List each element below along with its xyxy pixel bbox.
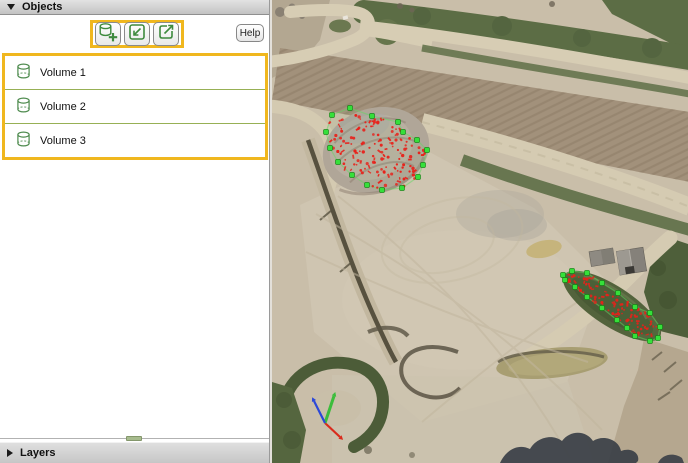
polygon-vertex-handle[interactable] — [570, 269, 575, 274]
polygon-vertex-handle[interactable] — [656, 336, 661, 341]
volume-label: Volume 1 — [40, 67, 86, 79]
polygon-vertex-handle[interactable] — [416, 175, 421, 180]
polygon-vertex-handle[interactable] — [421, 163, 426, 168]
polygon-vertex-handle[interactable] — [415, 138, 420, 143]
layers-panel-title: Layers — [20, 447, 55, 459]
polygon-vertex-handle[interactable] — [633, 334, 638, 339]
cylinder-icon — [16, 63, 31, 83]
volume-list-item-1[interactable]: Volume 1 — [5, 56, 265, 90]
polygon-vertex-handle[interactable] — [336, 160, 341, 165]
map-viewport[interactable] — [272, 0, 688, 463]
polygon-vertex-handle[interactable] — [658, 325, 663, 330]
collapse-triangle-icon — [7, 4, 15, 10]
shed-2-door — [625, 266, 635, 274]
polygon-vertex-handle[interactable] — [425, 148, 430, 153]
export-volume-button[interactable] — [153, 22, 179, 46]
polygon-vertex-handle[interactable] — [561, 273, 566, 278]
polygon-vertex-handle[interactable] — [648, 311, 653, 316]
app: { "colors": { "highlight": "#F0B71E", "i… — [0, 0, 688, 463]
objects-panel-header[interactable]: Objects — [0, 0, 269, 15]
volume-list-item-2[interactable]: Volume 2 — [5, 90, 265, 124]
layers-panel-header[interactable]: Layers — [0, 442, 269, 463]
polygon-vertex-handle[interactable] — [330, 113, 335, 118]
polygon-vertex-handle[interactable] — [625, 326, 630, 331]
polygon-vertex-handle[interactable] — [616, 291, 621, 296]
polygon-vertex-handle[interactable] — [365, 183, 370, 188]
cylinder-icon — [16, 131, 31, 151]
expand-triangle-icon — [7, 449, 13, 457]
polygon-vertex-handle[interactable] — [600, 281, 605, 286]
terrain-bush — [276, 392, 292, 408]
terrain-dark-spot — [364, 446, 372, 454]
cylinder-icon — [16, 97, 31, 117]
polygon-vertex-handle[interactable] — [600, 306, 605, 311]
arrow-into-square-icon — [126, 21, 148, 48]
polygon-vertex-handle[interactable] — [573, 285, 578, 290]
objects-panel: Objects — [0, 0, 270, 463]
volume-label: Volume 2 — [40, 101, 86, 113]
import-volume-button[interactable] — [124, 22, 150, 46]
polygon-vertex-handle[interactable] — [585, 271, 590, 276]
polygon-vertex-handle[interactable] — [350, 173, 355, 178]
help-button[interactable]: Help — [236, 24, 264, 42]
panel-splitter-handle[interactable] — [126, 436, 142, 441]
polygon-vertex-handle[interactable] — [380, 188, 385, 193]
volume-label: Volume 3 — [40, 135, 86, 147]
polygon-vertex-handle[interactable] — [324, 130, 329, 135]
terrain-bush — [283, 431, 301, 449]
polygon-vertex-handle[interactable] — [328, 146, 333, 151]
polygon-vertex-handle[interactable] — [396, 120, 401, 125]
highlight-box-toolbar — [90, 20, 184, 48]
arrow-out-of-square-icon — [155, 21, 177, 48]
shed-1-roof-side — [601, 248, 615, 265]
cylinder-plus-icon — [97, 21, 119, 48]
polygon-vertex-handle[interactable] — [348, 106, 353, 111]
polygon-vertex-handle[interactable] — [563, 278, 568, 283]
polygon-vertex-handle[interactable] — [615, 318, 620, 323]
volume-list-item-3[interactable]: Volume 3 — [5, 124, 265, 157]
polygon-vertex-handle[interactable] — [648, 339, 653, 344]
polygon-vertex-handle[interactable] — [585, 295, 590, 300]
add-volume-button[interactable] — [95, 22, 121, 46]
polygon-vertex-handle[interactable] — [401, 130, 406, 135]
terrain-bush — [659, 291, 677, 309]
map-orthophoto — [272, 0, 688, 463]
help-button-label: Help — [240, 28, 261, 39]
polygon-vertex-handle[interactable] — [400, 186, 405, 191]
terrain-dark-spot — [409, 452, 415, 458]
terrain-hairpin-island — [329, 20, 351, 33]
objects-panel-title: Objects — [22, 1, 62, 13]
polygon-vertex-handle[interactable] — [633, 305, 638, 310]
polygon-vertex-handle[interactable] — [370, 114, 375, 119]
highlight-box-volume-list: Volume 1 Volume 2 Volume 3 — [2, 53, 268, 160]
